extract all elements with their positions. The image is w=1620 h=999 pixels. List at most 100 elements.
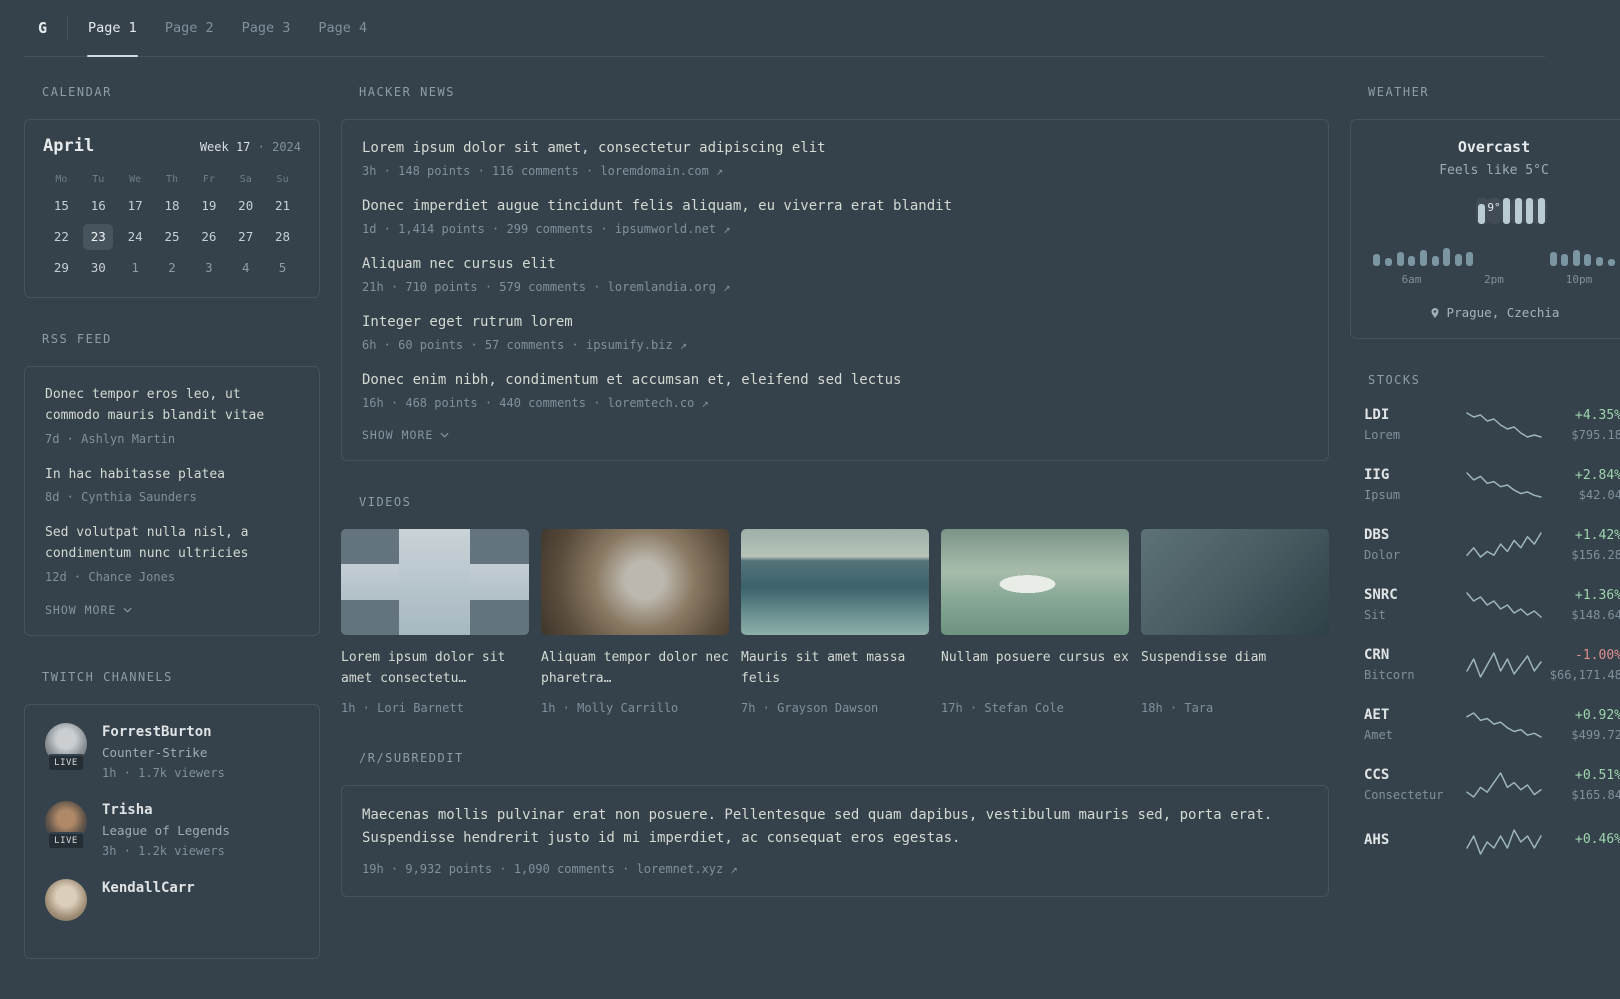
stock-symbol[interactable]: DBS (1364, 527, 1464, 543)
hn-story-domain[interactable]: ipsumworld.net ↗ (615, 222, 731, 236)
stock-symbol[interactable]: SNRC (1364, 587, 1464, 603)
weather-hour-cell (1406, 198, 1418, 266)
stock-row[interactable]: AHS +0.46% (1364, 827, 1620, 857)
twitch-channel-name[interactable]: Trisha (102, 801, 230, 819)
twitch-channel-name[interactable]: KendallCarr (102, 879, 195, 897)
stock-identity: SNRC Sit (1364, 587, 1464, 622)
page-tab[interactable]: Page 2 (151, 0, 228, 56)
stock-symbol[interactable]: AET (1364, 707, 1464, 723)
rss-show-more-button[interactable]: SHOW MORE (45, 603, 132, 617)
stock-symbol[interactable]: AHS (1364, 832, 1464, 848)
stock-values: +1.42% $156.28 (1544, 528, 1620, 562)
subreddit-card: Maecenas mollis pulvinar erat non posuer… (341, 785, 1329, 898)
twitch-channel-meta: 3h · 1.2k viewers (102, 844, 225, 859)
hn-story-domain[interactable]: loremdomain.com ↗ (600, 164, 723, 178)
video-title[interactable]: Nullam posuere cursus ex (941, 648, 1129, 690)
hn-show-more-button[interactable]: SHOW MORE (362, 428, 449, 442)
stock-name: Dolor (1364, 548, 1401, 562)
stock-row[interactable]: AET Amet +0.92% $499.72 (1364, 707, 1620, 742)
hn-story-title[interactable]: Integer eget rutrum lorem (362, 312, 1308, 333)
stock-row[interactable]: DBS Dolor +1.42% $156.28 (1364, 527, 1620, 562)
subreddit-widget-title: /R/SUBREDDIT (359, 751, 464, 765)
calendar-day: 30 (90, 260, 106, 275)
hn-story-stats: 1d · 1,414 points · 299 comments · (362, 222, 615, 236)
hn-show-more-label: SHOW MORE (362, 428, 434, 442)
stock-row[interactable]: LDI Lorem +4.35% $795.18 (1364, 407, 1620, 442)
rss-item-meta: 7d · Ashlyn Martin (45, 431, 176, 446)
rss-item-title[interactable]: Sed volutpat nulla nisl, a condimentum n… (45, 523, 299, 565)
video-title[interactable]: Lorem ipsum dolor sit amet consectetu… (341, 648, 529, 690)
weather-hour-cell (1441, 198, 1453, 266)
stock-row[interactable]: CRN Bitcorn -1.00% $66,171.48 (1364, 647, 1620, 682)
subreddit-post-domain[interactable]: loremnet.xyz ↗ (637, 862, 738, 876)
stock-sparkline (1466, 591, 1542, 618)
stock-values: +2.84% $42.04 (1544, 468, 1620, 502)
stock-row[interactable]: IIG Ipsum +2.84% $42.04 (1364, 467, 1620, 502)
stock-sparkline (1466, 411, 1542, 438)
hn-story-title[interactable]: Aliquam nec cursus elit (362, 254, 1308, 275)
video-title[interactable]: Suspendisse diam (1141, 648, 1329, 690)
subreddit-post-text[interactable]: Maecenas mollis pulvinar erat non posuer… (362, 804, 1308, 850)
video-thumbnail[interactable] (1141, 529, 1329, 635)
stock-symbol[interactable]: IIG (1364, 467, 1464, 483)
twitch-channel-meta: 1h · 1.7k viewers (102, 766, 225, 781)
video-item[interactable]: Nullam posuere cursus ex 17h · Stefan Co… (941, 529, 1129, 717)
weather-hour-bar (1537, 198, 1545, 224)
weather-hour-cell (1571, 198, 1583, 266)
calendar-header: April Week 17 · 2024 (43, 136, 301, 156)
stock-symbol[interactable]: CCS (1364, 767, 1464, 783)
calendar-day: 21 (275, 198, 291, 213)
hn-story-title[interactable]: Lorem ipsum dolor sit amet, consectetur … (362, 138, 1308, 159)
video-meta: 7h · Grayson Dawson (741, 701, 879, 715)
stock-change: +4.35% (1575, 407, 1620, 423)
video-thumbnail[interactable] (341, 529, 529, 635)
stock-price: $156.28 (1571, 547, 1620, 562)
rss-item-title[interactable]: In hac habitasse platea (45, 465, 299, 486)
top-bar: G Page 1 Page 2 Page 3 Page 4 (24, 0, 1545, 57)
video-thumbnail[interactable] (541, 529, 729, 635)
video-item[interactable]: Mauris sit amet massa felis 7h · Grayson… (741, 529, 929, 717)
left-column: CALENDAR April Week 17 · 2024 Mo Tu We T… (24, 85, 320, 960)
twitch-channel[interactable]: LIVE Trisha League of Legends 3h · 1.2k … (45, 801, 299, 860)
weather-hour-bar (1478, 204, 1486, 224)
stock-symbol[interactable]: CRN (1364, 647, 1464, 663)
page-tab[interactable]: Page 3 (228, 0, 305, 56)
twitch-channel[interactable]: LIVE ForrestBurton Counter-Strike 1h · 1… (45, 722, 299, 782)
hn-story-domain[interactable]: loremlandia.org ↗ (608, 280, 731, 294)
hn-story-title[interactable]: Donec enim nibh, condimentum et accumsan… (362, 370, 1308, 391)
chevron-down-icon (123, 607, 132, 613)
weather-card: Overcast Feels like 5°C 9° 6am 2pm 10pm … (1350, 119, 1620, 339)
weather-hourly-chart: 9° (1369, 198, 1619, 266)
video-item[interactable]: Aliquam tempor dolor nec pharetra… 1h · … (541, 529, 729, 717)
weather-hour-bar (1584, 254, 1592, 266)
video-title[interactable]: Mauris sit amet massa felis (741, 648, 929, 690)
weather-hour-cell (1394, 198, 1406, 266)
page-tab[interactable]: Page 4 (304, 0, 381, 56)
video-item[interactable]: Suspendisse diam 18h · Tara (1141, 529, 1329, 717)
hn-story-domain[interactable]: loremtech.co ↗ (608, 396, 709, 410)
stock-symbol[interactable]: LDI (1364, 407, 1464, 423)
twitch-channel[interactable]: KendallCarr (45, 879, 299, 922)
twitch-channel-name[interactable]: ForrestBurton (102, 723, 225, 741)
stock-row[interactable]: CCS Consectetur +0.51% $165.84 (1364, 767, 1620, 802)
rss-item-title[interactable]: Donec tempor eros leo, ut commodo mauris… (45, 385, 299, 427)
weather-time-label: 2pm (1484, 273, 1504, 286)
calendar-day: 24 (127, 229, 143, 244)
stock-price: $66,171.48 (1549, 667, 1620, 682)
video-thumbnail[interactable] (741, 529, 929, 635)
stock-row[interactable]: SNRC Sit +1.36% $148.64 (1364, 587, 1620, 622)
twitch-channel-info: ForrestBurton Counter-Strike 1h · 1.7k v… (102, 723, 225, 782)
page-tab[interactable]: Page 1 (74, 0, 151, 57)
weather-hour-bar (1596, 257, 1604, 266)
stock-change: +0.46% (1575, 832, 1620, 847)
hn-story-title[interactable]: Donec imperdiet augue tincidunt felis al… (362, 196, 1308, 217)
video-item[interactable]: Lorem ipsum dolor sit amet consectetu… 1… (341, 529, 529, 717)
location-pin-icon (1431, 307, 1439, 318)
hn-story-domain[interactable]: ipsumify.biz ↗ (586, 338, 687, 352)
video-meta: 1h · Molly Carrillo (541, 701, 679, 715)
weather-location-text: Prague, Czechia (1446, 305, 1560, 320)
rss-card: Donec tempor eros leo, ut commodo mauris… (24, 366, 320, 636)
video-title[interactable]: Aliquam tempor dolor nec pharetra… (541, 648, 729, 690)
calendar-day: 25 (164, 229, 180, 244)
video-thumbnail[interactable] (941, 529, 1129, 635)
